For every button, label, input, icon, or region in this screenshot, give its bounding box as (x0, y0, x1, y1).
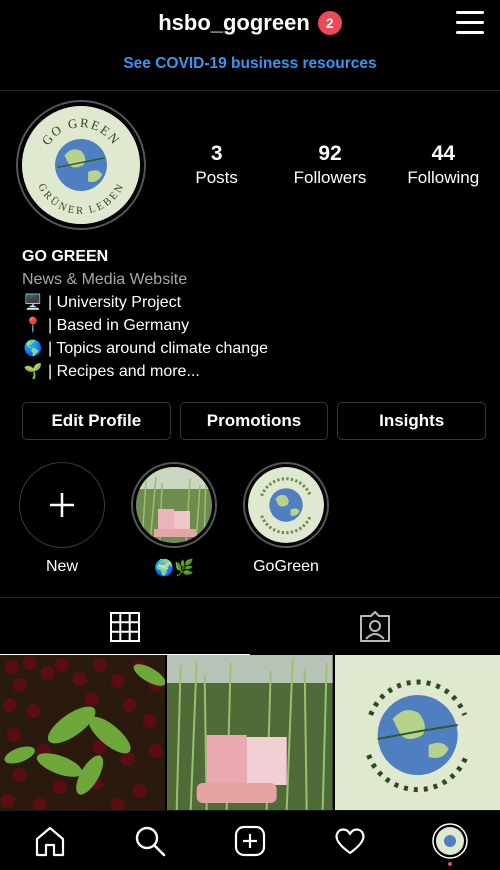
followers-count: 92 (318, 142, 342, 165)
post-thumbnail-gogreen-logo[interactable] (334, 655, 500, 810)
profile-category: News & Media Website (22, 271, 188, 288)
posts-count: 3 (210, 142, 223, 165)
heart-icon (335, 827, 365, 854)
bio-text: | Topics around climate change (48, 340, 268, 357)
post-grid (0, 655, 500, 810)
highlight-new[interactable]: New (18, 462, 106, 578)
profile-avatar-icon (432, 822, 468, 859)
posts-stat[interactable]: 3 Posts (160, 142, 273, 188)
followers-stat[interactable]: 92 Followers (273, 142, 386, 188)
globe-icon: 🌎 (23, 340, 43, 357)
highlight-label: 🌍🌿 (154, 560, 194, 577)
highlight-ring[interactable] (131, 462, 217, 548)
grid-icon (110, 611, 140, 642)
bio-text: | Recipes and more... (48, 363, 200, 380)
home-icon (35, 826, 65, 856)
followers-label: Followers (293, 168, 367, 187)
highlight-thumbnail (248, 467, 324, 543)
computer-icon: 🖥️ (23, 294, 43, 311)
notification-badge[interactable]: 2 (317, 11, 342, 35)
insights-button[interactable]: Insights (337, 402, 487, 440)
plus-icon (50, 493, 74, 517)
bio-line: 📍 | Based in Germany (22, 314, 268, 337)
following-label: Following (407, 168, 480, 187)
search-icon (135, 826, 166, 856)
top-bar: hsbo_gogreen 2 (0, 0, 500, 46)
highlight-ring[interactable] (243, 462, 329, 548)
pin-icon: 📍 (23, 317, 43, 334)
bio-line: 🌎 | Topics around climate change (22, 337, 268, 360)
promotions-button[interactable]: Promotions (179, 402, 329, 440)
profile-actions: Edit Profile Promotions Insights (22, 402, 487, 440)
nav-search[interactable] (125, 816, 175, 866)
covid-resources-link[interactable]: See COVID-19 business resources (0, 55, 500, 73)
gogreen-logo: GO GREEN GRÜNER LEBEN (22, 106, 140, 224)
bottom-navigation (0, 810, 500, 870)
story-highlights: New 🌍🌿 GoGreen (18, 462, 330, 578)
post-thumbnail-chives-foamie[interactable] (167, 655, 333, 810)
username[interactable]: hsbo_gogreen (158, 10, 310, 36)
bio-text: | Based in Germany (48, 317, 190, 334)
highlight-label: New (45, 558, 78, 575)
tagged-icon (360, 610, 390, 642)
nav-create[interactable] (225, 816, 275, 866)
post-thumbnail-cherries[interactable] (0, 655, 166, 810)
bio-text: | University Project (48, 294, 182, 311)
nav-home[interactable] (25, 816, 75, 866)
highlight-earth-plant[interactable]: 🌍🌿 (130, 462, 218, 578)
tab-grid[interactable] (0, 598, 250, 655)
profile-bio: GO GREEN News & Media Website 🖥️ | Univer… (22, 245, 268, 383)
profile-avatar[interactable]: GO GREEN GRÜNER LEBEN (16, 100, 146, 230)
nav-activity[interactable] (325, 816, 375, 866)
bio-line: 🌱 | Recipes and more... (22, 360, 268, 383)
following-count: 44 (431, 142, 455, 165)
nav-profile[interactable] (425, 816, 475, 866)
highlight-gogreen[interactable]: GoGreen (242, 462, 330, 578)
highlight-label: GoGreen (253, 558, 319, 575)
profile-name: GO GREEN (22, 248, 109, 265)
edit-profile-button[interactable]: Edit Profile (22, 402, 171, 440)
hamburger-menu-icon[interactable] (456, 11, 484, 35)
profile-stats: 3 Posts 92 Followers 44 Following (160, 142, 500, 188)
notification-dot (448, 861, 452, 866)
tab-tagged[interactable] (250, 598, 500, 655)
add-post-icon (234, 825, 266, 856)
posts-label: Posts (195, 168, 238, 187)
highlight-thumbnail (136, 467, 212, 543)
bio-line: 🖥️ | University Project (22, 291, 268, 314)
following-stat[interactable]: 44 Following (387, 142, 500, 188)
seedling-icon: 🌱 (23, 363, 43, 380)
header-divider (0, 90, 500, 91)
username-header[interactable]: hsbo_gogreen 2 (0, 10, 500, 36)
new-highlight-circle[interactable] (19, 462, 105, 548)
profile-tabs (0, 597, 500, 655)
